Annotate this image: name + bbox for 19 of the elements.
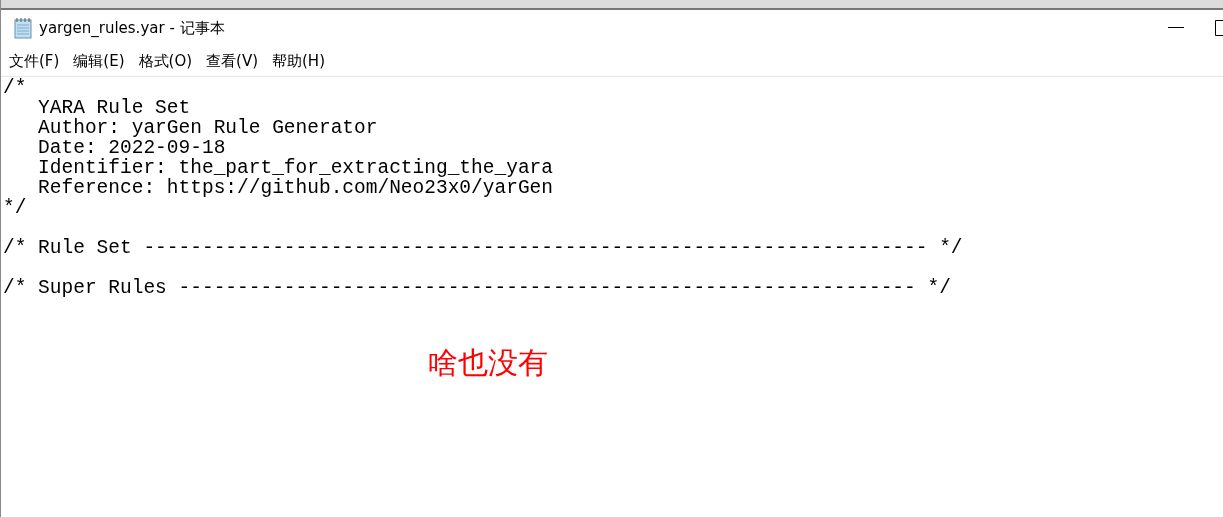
text-line: Author: yarGen Rule Generator bbox=[37, 118, 379, 138]
minimize-icon bbox=[1168, 27, 1184, 29]
menu-item[interactable]: 查看(V) bbox=[206, 51, 258, 71]
notepad-icon bbox=[13, 17, 33, 39]
menu-item[interactable]: 格式(O) bbox=[138, 51, 193, 71]
menu-item[interactable]: 文件(F) bbox=[9, 51, 60, 71]
menu-item[interactable]: 编辑(E) bbox=[73, 51, 125, 71]
text-line: /* Super Rules --------------------------------------------------------------- */ bbox=[3, 278, 952, 298]
annotation-text: 啥也没有 bbox=[428, 344, 548, 382]
text-line: /* bbox=[3, 78, 28, 98]
maximize-icon bbox=[1215, 20, 1223, 36]
text-line: /* Rule Set ------------------------------------------------------------------- */ bbox=[3, 238, 964, 258]
text-line: Date: 2022-09-18 bbox=[37, 138, 226, 158]
menu-item[interactable]: 帮助(H) bbox=[272, 51, 325, 71]
window-title: yargen_rules.yar - 记事本 bbox=[39, 18, 226, 38]
text-line: Reference: https://github.com/Neo23x0/yarGen bbox=[37, 178, 554, 198]
text-line: */ bbox=[3, 198, 28, 218]
text-line: YARA Rule Set bbox=[37, 98, 192, 118]
text-line: Identifier: the_part_for_extracting_the_yara bbox=[37, 158, 554, 178]
